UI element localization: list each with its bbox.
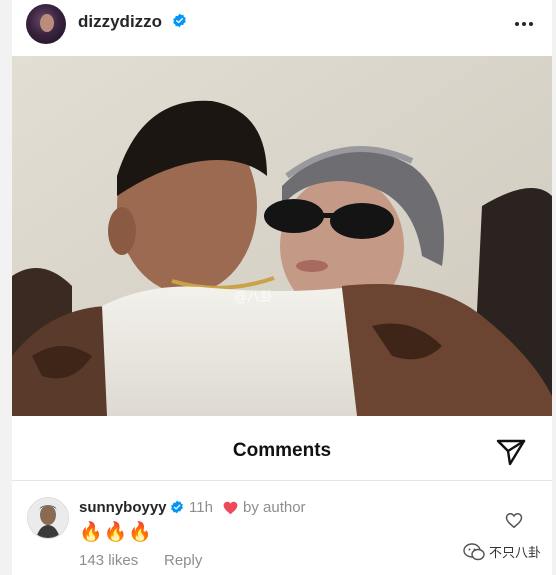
- comment-item: sunnyboyyy 11h by author 🔥🔥🔥 143 likes R…: [12, 482, 552, 575]
- verified-badge-icon: [171, 500, 183, 514]
- verified-badge-icon: [173, 13, 186, 28]
- comment-likes-count[interactable]: 143 likes: [79, 552, 138, 569]
- brand-watermark: 不只八卦: [463, 542, 541, 561]
- more-options-icon[interactable]: [513, 14, 535, 34]
- comments-header: Comments: [12, 418, 552, 481]
- commenter-username[interactable]: sunnyboyyy: [79, 499, 167, 516]
- photo-watermark: @八卦: [234, 290, 274, 305]
- wechat-icon: [463, 542, 485, 560]
- comment-timestamp: 11h: [189, 499, 213, 516]
- reply-button[interactable]: Reply: [164, 552, 202, 569]
- post-header: dizzydizzo: [12, 0, 552, 54]
- like-heart-icon[interactable]: [505, 512, 523, 529]
- comment-text: 🔥🔥🔥: [79, 522, 153, 543]
- post-photo[interactable]: @八卦: [12, 56, 552, 416]
- commenter-avatar[interactable]: [27, 497, 69, 539]
- author-avatar[interactable]: [26, 4, 66, 44]
- comments-title: Comments: [232, 440, 332, 461]
- share-send-icon[interactable]: [496, 438, 526, 466]
- author-liked-heart-icon: [223, 501, 238, 515]
- brand-label: 不只八卦: [489, 546, 542, 561]
- author-username[interactable]: dizzydizzo: [78, 12, 162, 32]
- post-card: dizzydizzo @八卦 Comments sunnyboyyy 11h b…: [12, 0, 552, 575]
- liked-by-author-label: by author: [243, 499, 306, 516]
